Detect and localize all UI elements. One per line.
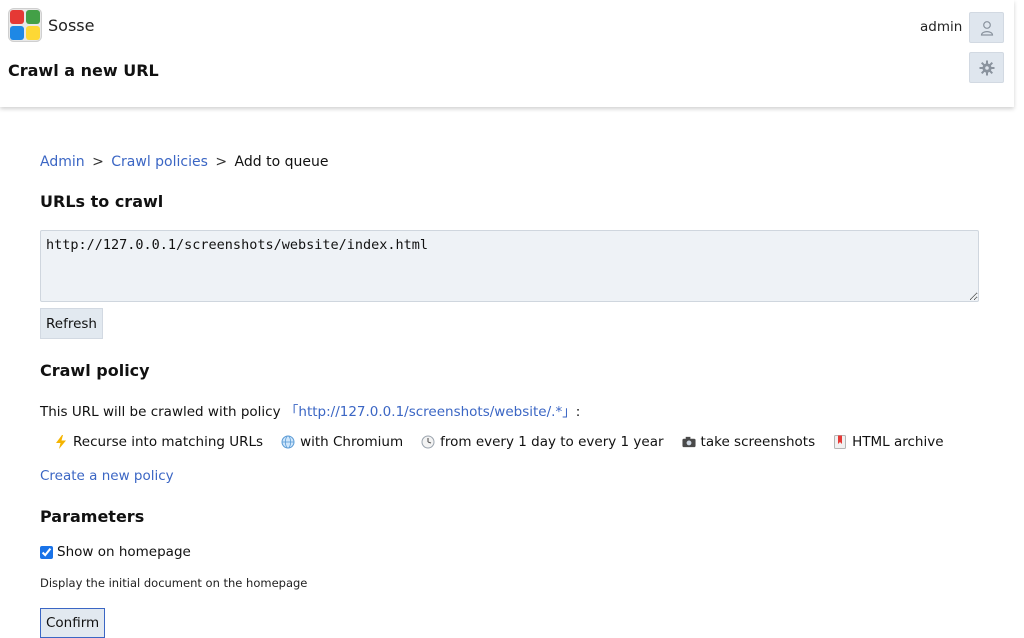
- globe-icon: [281, 435, 295, 449]
- brand[interactable]: Sosse: [8, 8, 94, 42]
- show-on-homepage-option[interactable]: Show on homepage: [40, 544, 191, 560]
- feature-label: Recurse into matching URLs: [73, 434, 264, 450]
- policy-link[interactable]: 「http://127.0.0.1/screenshots/website/.*…: [285, 404, 576, 420]
- policy-features: Recurse into matching URLs with Chromium: [54, 434, 962, 450]
- gear-icon: [979, 60, 994, 75]
- feature-label: from every 1 day to every 1 year: [440, 434, 664, 450]
- lightning-icon: [54, 435, 68, 449]
- feature-label: with Chromium: [300, 434, 404, 450]
- user-icon: [980, 20, 993, 36]
- policy-prefix: This URL will be crawled with policy: [40, 404, 281, 420]
- crawl-policy-heading: Crawl policy: [40, 361, 150, 380]
- user-name: admin: [920, 19, 963, 35]
- breadcrumb-current: Add to queue: [234, 154, 329, 170]
- settings-button[interactable]: [969, 52, 1004, 83]
- feature-label: HTML archive: [852, 434, 944, 450]
- show-on-homepage-label: Show on homepage: [57, 544, 191, 560]
- sosse-logo-icon: [8, 8, 42, 42]
- feature-recurse: Recurse into matching URLs: [54, 434, 263, 450]
- breadcrumb-crawl-policies[interactable]: Crawl policies: [111, 154, 208, 170]
- urls-heading: URLs to crawl: [40, 192, 164, 211]
- user-menu-button[interactable]: [969, 12, 1004, 43]
- breadcrumb: Admin > Crawl policies > Add to queue: [40, 154, 980, 174]
- clock-icon: [421, 435, 435, 449]
- feature-frequency: from every 1 day to every 1 year: [421, 434, 664, 450]
- breadcrumb-admin[interactable]: Admin: [40, 154, 85, 170]
- bookmark-icon: [833, 435, 847, 449]
- parameters-heading: Parameters: [40, 507, 145, 526]
- policy-suffix: :: [575, 404, 581, 420]
- breadcrumb-separator: >: [215, 154, 228, 170]
- app-name: Sosse: [48, 15, 95, 35]
- refresh-button[interactable]: Refresh: [40, 308, 103, 339]
- feature-browser: with Chromium: [281, 434, 403, 450]
- main-content: Admin > Crawl policies > Add to queue UR…: [40, 150, 980, 638]
- page-title: Crawl a new URL: [8, 61, 159, 80]
- policy-description: This URL will be crawled with policy 「ht…: [40, 400, 580, 420]
- create-policy-link[interactable]: Create a new policy: [40, 468, 174, 484]
- urls-textarea[interactable]: [40, 230, 979, 302]
- top-header: Sosse Crawl a new URL admin: [0, 0, 1014, 107]
- feature-screenshot: take screenshots: [682, 434, 816, 450]
- homepage-help-text: Display the initial document on the home…: [40, 576, 308, 590]
- feature-archive: HTML archive: [833, 434, 944, 450]
- breadcrumb-separator: >: [92, 154, 104, 170]
- show-on-homepage-checkbox[interactable]: [40, 545, 53, 559]
- feature-label: take screenshots: [700, 434, 816, 450]
- camera-icon: [682, 435, 696, 449]
